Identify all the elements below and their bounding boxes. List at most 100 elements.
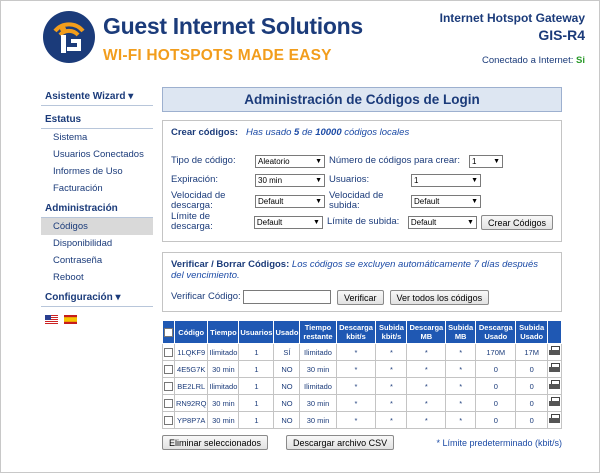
create-codes-note-pre: Has usado: [245, 127, 295, 138]
limite-subida-label: Límite de subida:: [326, 216, 400, 227]
spain-flag-icon[interactable]: [64, 315, 77, 324]
cell-usado: NO: [273, 394, 301, 412]
col-subida-usado: Subida Usado: [515, 320, 548, 344]
velocidad-subida-select[interactable]: Default: [411, 194, 481, 208]
sidebar-item-reboot[interactable]: Reboot: [41, 269, 153, 286]
expiracion-select[interactable]: 30 min: [255, 173, 325, 187]
cell-subida-usado: 0: [515, 394, 548, 412]
cell-subida-kbit: *: [375, 411, 408, 429]
sidebar-item-contrasena[interactable]: Contraseña: [41, 252, 153, 269]
col-subida-kbit: Subida kbit/s: [375, 320, 408, 344]
cell-tiempo-restante: Ilimitado: [299, 377, 337, 395]
print-icon[interactable]: [548, 380, 560, 390]
limite-subida-select[interactable]: Default: [407, 215, 477, 229]
cell-subida-mb: *: [445, 394, 477, 412]
connection-status: Conectado a Internet: Si: [482, 55, 585, 66]
download-csv-button[interactable]: Descargar archivo CSV: [286, 435, 395, 450]
sidebar-item-informes[interactable]: Informes de Uso: [41, 163, 153, 180]
usuarios-label: Usuarios:: [329, 174, 370, 185]
us-flag-icon[interactable]: [45, 315, 58, 324]
cell-subida-usado: 0: [515, 411, 548, 429]
wifi-logo-icon: [43, 11, 95, 63]
sidebar: Asistente Wizard ▾ Estatus Sistema Usuar…: [41, 89, 153, 332]
cell-descarga-kbit: *: [335, 343, 377, 361]
verificar-code-input[interactable]: [243, 290, 331, 304]
cell-codigo: RN92RQ: [173, 394, 209, 412]
verificar-button[interactable]: Verificar: [337, 289, 384, 305]
sidebar-admin-head: Administración: [41, 201, 153, 218]
create-codes-panel: Crear códigos: Has usado 5 de 10000 códi…: [162, 120, 562, 242]
row-checkbox[interactable]: [164, 347, 173, 357]
numero-select[interactable]: 1: [469, 154, 503, 168]
cell-usuarios: 1: [238, 394, 275, 412]
velocidad-descarga-select[interactable]: Default: [255, 194, 325, 208]
row-checkbox[interactable]: [164, 398, 173, 408]
cell-descarga-mb: *: [406, 411, 447, 429]
cell-descarga-usado: 170M: [475, 343, 517, 361]
sidebar-wizard[interactable]: Asistente Wizard ▾: [41, 89, 153, 106]
page-title: Administración de Códigos de Login: [162, 87, 562, 112]
sidebar-config[interactable]: Configuración ▾: [41, 290, 153, 307]
connection-label: Conectado a Internet:: [482, 55, 574, 66]
print-icon[interactable]: [548, 414, 560, 424]
cell-descarga-kbit: *: [335, 394, 377, 412]
row-velocidad: Velocidad de descarga: Default Velocidad…: [171, 191, 553, 211]
cell-descarga-mb: *: [406, 343, 447, 361]
col-descarga-kbit: Descarga kbit/s: [335, 320, 377, 344]
cell-tiempo-restante: Ilimitado: [299, 343, 337, 361]
sidebar-item-codigos[interactable]: Códigos: [41, 218, 153, 235]
cell-descarga-kbit: *: [335, 360, 377, 378]
create-codes-title: Crear códigos:: [171, 127, 239, 138]
brand-tagline: WI-FI HOTSPOTS MADE EASY: [103, 47, 332, 64]
create-codes-button[interactable]: Crear Códigos: [480, 214, 553, 230]
cell-descarga-mb: *: [406, 360, 447, 378]
tipo-select[interactable]: Aleatorio: [255, 154, 325, 168]
connection-value: Si: [576, 55, 585, 66]
limite-descarga-select[interactable]: Default: [253, 215, 323, 229]
row-limite: Límite de descarga: Default Límite de su…: [171, 212, 553, 232]
print-icon[interactable]: [548, 363, 560, 373]
page: Guest Internet Solutions WI-FI HOTSPOTS …: [0, 0, 600, 473]
verify-codes-panel: Verificar / Borrar Códigos: Los códigos …: [162, 252, 562, 312]
main-content: Administración de Códigos de Login Crear…: [162, 87, 563, 450]
cell-subida-kbit: *: [375, 394, 408, 412]
table-row: YP8P7A 30 min 1 NO 30 min * * * * 0 0: [162, 411, 563, 429]
expiracion-label: Expiración:: [171, 174, 218, 185]
sidebar-item-facturacion[interactable]: Facturación: [41, 180, 153, 197]
sidebar-status-head: Estatus: [41, 112, 153, 129]
language-flags: [41, 307, 153, 332]
row-checkbox[interactable]: [164, 364, 173, 374]
cell-tiempo-restante: 30 min: [299, 394, 337, 412]
cell-subida-kbit: *: [375, 360, 408, 378]
cell-descarga-kbit: *: [335, 411, 377, 429]
row-checkbox[interactable]: [164, 415, 173, 425]
cell-subida-mb: *: [445, 343, 477, 361]
sidebar-item-disponibilidad[interactable]: Disponibilidad: [41, 235, 153, 252]
print-icon[interactable]: [548, 397, 560, 407]
cell-tiempo: Ilimitado: [207, 343, 240, 361]
table-actions: Eliminar seleccionados Descargar archivo…: [162, 435, 562, 450]
cell-usuarios: 1: [238, 377, 275, 395]
cell-descarga-mb: *: [406, 394, 447, 412]
cell-descarga-usado: 0: [475, 377, 517, 395]
print-icon[interactable]: [548, 346, 560, 356]
codes-table: Código Tiempo Usuarios Usado Tiempo rest…: [162, 320, 563, 429]
cell-usado: NO: [273, 411, 301, 429]
ver-todos-button[interactable]: Ver todos los códigos: [389, 289, 490, 305]
cell-tiempo: 30 min: [207, 394, 240, 412]
sidebar-item-sistema[interactable]: Sistema: [41, 129, 153, 146]
cell-tiempo: 30 min: [207, 360, 240, 378]
select-all-checkbox[interactable]: [164, 327, 173, 337]
table-row: 4E5G7K 30 min 1 NO 30 min * * * * 0 0: [162, 360, 563, 378]
row-checkbox[interactable]: [164, 381, 173, 391]
sidebar-item-usuarios-conectados[interactable]: Usuarios Conectados: [41, 146, 153, 163]
cell-usado: NO: [273, 360, 301, 378]
cell-descarga-mb: *: [406, 377, 447, 395]
select-all-header: [162, 320, 175, 344]
default-limit-footnote: * Límite predeterminado (kbit/s): [436, 437, 562, 448]
cell-tiempo-restante: 30 min: [299, 411, 337, 429]
verify-codes-title: Verificar / Borrar Códigos:: [171, 259, 290, 270]
delete-selected-button[interactable]: Eliminar seleccionados: [162, 435, 269, 450]
usuarios-select[interactable]: 1: [411, 173, 481, 187]
cell-tiempo: 30 min: [207, 411, 240, 429]
